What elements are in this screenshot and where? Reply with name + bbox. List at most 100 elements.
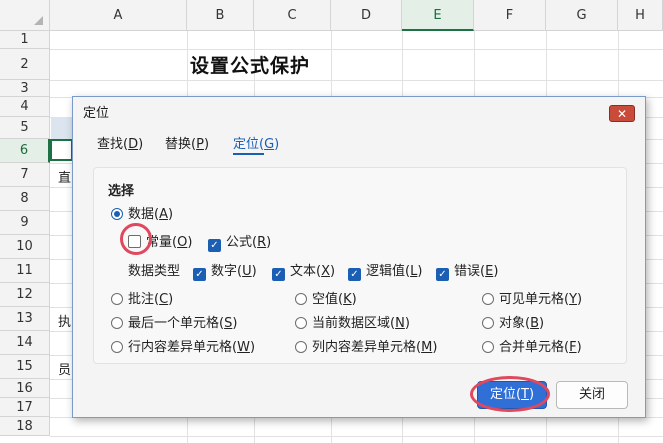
shortcut-key: Y <box>569 292 578 307</box>
row-header-14[interactable]: 14 <box>0 331 50 355</box>
row-header-6[interactable]: 6 <box>0 139 50 163</box>
shortcut-key: N <box>395 316 405 331</box>
radio-empty-icon <box>482 317 494 329</box>
shortcut-key: O <box>177 235 188 250</box>
shortcut-key: C <box>159 292 169 307</box>
checkbox-number[interactable]: ✓ 数字(U) <box>193 260 257 281</box>
radio-data-label: 数据 <box>128 207 155 222</box>
radio-empty-icon <box>295 317 307 329</box>
tab-label: 查找 <box>97 137 124 152</box>
radio-current-region[interactable]: 当前数据区域(N) <box>295 312 410 331</box>
column-header-g[interactable]: G <box>546 0 618 31</box>
radio-objects[interactable]: 对象(B) <box>482 312 544 331</box>
radio-comments-label: 批注 <box>128 292 155 307</box>
shortcut-key: R <box>257 235 267 250</box>
tab-goto[interactable]: 定位(G) <box>233 133 279 152</box>
row-header-16[interactable]: 16 <box>0 379 50 398</box>
row-header-10[interactable]: 10 <box>0 235 50 259</box>
grid-line <box>50 436 663 437</box>
column-header-d[interactable]: D <box>331 0 402 31</box>
column-header-c[interactable]: C <box>254 0 331 31</box>
radio-selected-icon <box>111 208 123 220</box>
radio-empty-icon <box>295 341 307 353</box>
radio-data[interactable]: 数据(A) <box>111 203 173 222</box>
shortcut-key: L <box>410 264 418 279</box>
cell-a15-fragment: 员 <box>58 363 72 378</box>
shortcut-key: X <box>321 264 330 279</box>
radio-objects-label: 对象 <box>499 316 526 331</box>
radio-visible-cells-label: 可见单元格 <box>499 292 565 307</box>
radio-column-differences[interactable]: 列内容差异单元格(M) <box>295 336 437 355</box>
row-header-3[interactable]: 3 <box>0 80 50 97</box>
highlight-ring-goto-button <box>470 376 550 412</box>
row-header-5[interactable]: 5 <box>0 117 50 139</box>
checkbox-error[interactable]: ✓ 错误(E) <box>436 260 498 281</box>
radio-empty-icon <box>482 341 494 353</box>
row-header-1[interactable]: 1 <box>0 31 50 49</box>
grid-line <box>50 80 663 81</box>
tab-find[interactable]: 查找(D) <box>97 133 143 152</box>
radio-row-differences[interactable]: 行内容差异单元格(W) <box>111 336 255 355</box>
tab-label: 替换 <box>165 137 192 152</box>
radio-merged-cells-label: 合并单元格 <box>499 340 565 355</box>
column-header-e[interactable]: E <box>402 0 474 31</box>
radio-row-differences-label: 行内容差异单元格 <box>128 340 233 355</box>
tab-shortcut: D <box>128 137 139 152</box>
column-header-f[interactable]: F <box>474 0 546 31</box>
checkbox-checked-icon: ✓ <box>436 268 449 281</box>
grid-line <box>50 49 663 50</box>
checkbox-checked-icon: ✓ <box>348 268 361 281</box>
radio-last-cell[interactable]: 最后一个单元格(S) <box>111 312 237 331</box>
checkbox-checked-icon: ✓ <box>208 239 221 252</box>
shortcut-key: S <box>224 316 233 331</box>
select-all-corner[interactable] <box>0 0 50 31</box>
row-header-13[interactable]: 13 <box>0 307 50 331</box>
shortcut-key: U <box>242 264 252 279</box>
radio-empty-icon <box>111 317 123 329</box>
checkbox-logical[interactable]: ✓ 逻辑值(L) <box>348 260 422 281</box>
goto-special-dialog: 定位 ✕ 查找(D) 替换(P) 定位(G) 选择 数据(A) 常量(O) ✓ 公… <box>72 96 646 418</box>
checkbox-number-label: 数字 <box>211 264 238 279</box>
checkbox-text[interactable]: ✓ 文本(X) <box>272 260 335 281</box>
row-header-4[interactable]: 4 <box>0 97 50 117</box>
row-header-2[interactable]: 2 <box>0 49 50 80</box>
radio-empty-icon <box>111 341 123 353</box>
row-header-7[interactable]: 7 <box>0 163 50 187</box>
data-type-label: 数据类型 <box>128 264 181 279</box>
column-header-b[interactable]: B <box>187 0 254 31</box>
shortcut-key: B <box>530 316 540 331</box>
active-cell-a6[interactable] <box>50 139 73 161</box>
shortcut-key: E <box>485 264 494 279</box>
column-header-a[interactable]: A <box>50 0 187 31</box>
row-header-8[interactable]: 8 <box>0 187 50 211</box>
row-header-15[interactable]: 15 <box>0 355 50 379</box>
checkbox-formula[interactable]: ✓ 公式(R) <box>208 231 271 252</box>
close-button[interactable]: 关闭 <box>556 381 628 409</box>
radio-blanks-label: 空值 <box>312 292 339 307</box>
row-header-11[interactable]: 11 <box>0 259 50 283</box>
radio-current-region-label: 当前数据区域 <box>312 316 391 331</box>
radio-column-differences-label: 列内容差异单元格 <box>312 340 417 355</box>
header-band-cell <box>51 117 73 139</box>
radio-blanks[interactable]: 空值(K) <box>295 288 357 307</box>
row-header-12[interactable]: 12 <box>0 283 50 307</box>
row-header-17[interactable]: 17 <box>0 398 50 417</box>
radio-comments[interactable]: 批注(C) <box>111 288 173 307</box>
radio-empty-icon <box>111 293 123 305</box>
shortcut-key: F <box>569 340 577 355</box>
radio-visible-cells[interactable]: 可见单元格(Y) <box>482 288 582 307</box>
close-icon[interactable]: ✕ <box>609 105 635 122</box>
checkbox-checked-icon: ✓ <box>272 268 285 281</box>
shortcut-key: M <box>421 340 433 355</box>
shortcut-key: W <box>237 340 250 355</box>
cell-a7-fragment: 直 <box>58 171 72 186</box>
shortcut-key: K <box>343 292 352 307</box>
checkbox-checked-icon: ✓ <box>193 268 206 281</box>
column-header-h[interactable]: H <box>618 0 663 31</box>
checkbox-formula-label: 公式 <box>226 235 253 250</box>
radio-merged-cells[interactable]: 合并单元格(F) <box>482 336 582 355</box>
tab-replace[interactable]: 替换(P) <box>165 133 209 152</box>
row-header-18[interactable]: 18 <box>0 417 50 436</box>
radio-last-cell-label: 最后一个单元格 <box>128 316 220 331</box>
row-header-9[interactable]: 9 <box>0 211 50 235</box>
